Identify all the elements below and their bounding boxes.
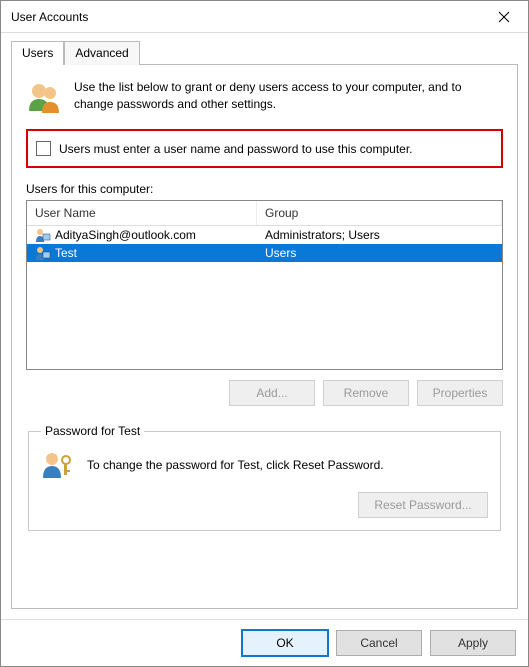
- titlebar: User Accounts: [1, 1, 528, 33]
- require-login-checkbox[interactable]: [36, 141, 51, 156]
- close-button[interactable]: [484, 2, 524, 32]
- user-buttons: Add... Remove Properties: [26, 380, 503, 406]
- dialog-footer: OK Cancel Apply: [1, 619, 528, 666]
- password-row: To change the password for Test, click R…: [41, 450, 488, 480]
- body: Users Advanced Use the list below to gra…: [1, 33, 528, 619]
- user-list-body: AdityaSingh@outlook.com Administrators; …: [27, 226, 502, 369]
- reset-password-button[interactable]: Reset Password...: [358, 492, 488, 518]
- users-icon: [26, 79, 62, 115]
- tab-panel-users: Use the list below to grant or deny user…: [11, 64, 518, 609]
- user-row[interactable]: Test Users: [27, 244, 502, 262]
- password-group-legend: Password for Test: [41, 424, 144, 438]
- column-group[interactable]: Group: [257, 201, 502, 225]
- intro-row: Use the list below to grant or deny user…: [26, 79, 503, 115]
- user-group-cell: Users: [257, 244, 502, 262]
- ok-button[interactable]: OK: [242, 630, 328, 656]
- intro-text: Use the list below to grant or deny user…: [74, 79, 503, 115]
- apply-button[interactable]: Apply: [430, 630, 516, 656]
- user-name-cell: AdityaSingh@outlook.com: [55, 228, 196, 242]
- require-login-row: Users must enter a user name and passwor…: [26, 129, 503, 168]
- user-row[interactable]: AdityaSingh@outlook.com Administrators; …: [27, 226, 502, 244]
- user-icon: [35, 246, 51, 260]
- tab-strip: Users Advanced: [11, 41, 518, 65]
- remove-button[interactable]: Remove: [323, 380, 409, 406]
- user-list-label: Users for this computer:: [26, 182, 503, 196]
- password-text: To change the password for Test, click R…: [87, 458, 384, 472]
- user-list: User Name Group AdityaSingh@outlook.com: [26, 200, 503, 370]
- tab-advanced[interactable]: Advanced: [64, 41, 139, 65]
- user-group-cell: Administrators; Users: [257, 226, 502, 244]
- properties-button[interactable]: Properties: [417, 380, 503, 406]
- add-button[interactable]: Add...: [229, 380, 315, 406]
- key-user-icon: [41, 450, 75, 480]
- password-buttons: Reset Password...: [41, 492, 488, 518]
- column-user-name[interactable]: User Name: [27, 201, 257, 225]
- require-login-label: Users must enter a user name and passwor…: [59, 142, 413, 156]
- password-group: Password for Test To change the password…: [28, 424, 501, 531]
- user-name-cell: Test: [55, 246, 77, 260]
- cancel-button[interactable]: Cancel: [336, 630, 422, 656]
- user-accounts-window: User Accounts Users Advanced Use the lis…: [0, 0, 529, 667]
- tab-users[interactable]: Users: [11, 41, 64, 65]
- window-title: User Accounts: [11, 10, 484, 24]
- user-icon: [35, 228, 51, 242]
- user-list-header: User Name Group: [27, 201, 502, 226]
- close-icon: [498, 11, 510, 23]
